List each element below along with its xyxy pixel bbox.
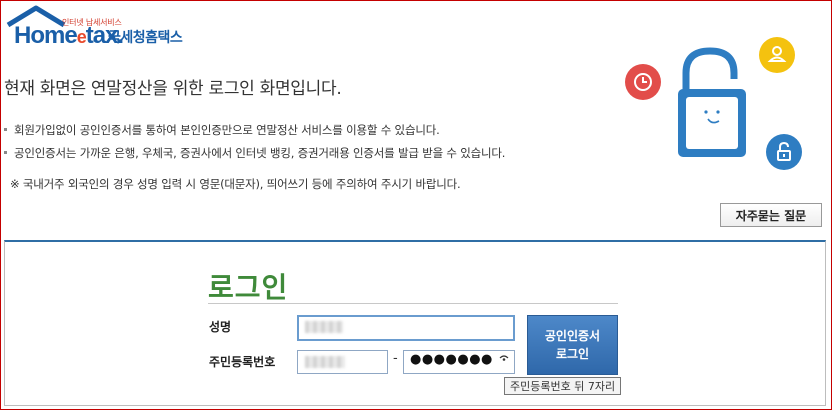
rrn-label: 주민등록번호 [209,355,276,369]
lock-icon [766,134,802,170]
name-label: 성명 [209,320,232,334]
padlock-illustration [678,47,746,157]
security-illustration [620,35,830,175]
name-value-redacted [305,321,343,333]
info-bullets: 회원가입없이 공인인증서를 통하여 본인인증만으로 연말정산 서비스를 이용할 … [4,122,505,168]
logo-korean: 국세청홈택스 [108,30,183,46]
cert-button-line1: 공인인증서 [544,329,601,343]
login-title: 로그인 [208,271,289,304]
clock-icon [625,64,661,100]
hometax-logo[interactable]: 인터넷 납세서비스 Homeetax. 국세청홈택스 [6,5,196,53]
divider [208,303,618,304]
logo-home: Home [14,22,78,49]
foreigner-note: ※ 국내거주 외국인의 경우 성명 입력 시 영문(대문자), 띄어쓰기 등에 … [10,177,461,191]
rrn-front-redacted [305,356,345,368]
page-headline: 현재 화면은 연말정산을 위한 로그인 화면입니다. [4,79,342,99]
cert-login-button[interactable]: 공인인증서 로그인 [527,315,618,375]
user-icon [759,37,795,73]
logo-wordmark: Homeetax. [14,22,124,50]
bullet-item: 공인인증서는 가까운 은행, 우체국, 증권사에서 인터넷 뱅킹, 증권거래용 … [4,145,505,168]
eye-icon[interactable] [498,352,510,367]
bullet-item: 회원가입없이 공인인증서를 통하여 본인인증만으로 연말정산 서비스를 이용할 … [4,122,505,145]
rrn-masked-value: ●●●●●●● [410,352,493,367]
logo-e: e [76,27,87,47]
faq-button[interactable]: 자주묻는 질문 [720,203,822,227]
cert-button-line2: 로그인 [555,347,590,361]
rrn-separator: - [393,351,398,366]
rrn-tooltip: 주민등록번호 뒤 7자리 [504,377,622,395]
